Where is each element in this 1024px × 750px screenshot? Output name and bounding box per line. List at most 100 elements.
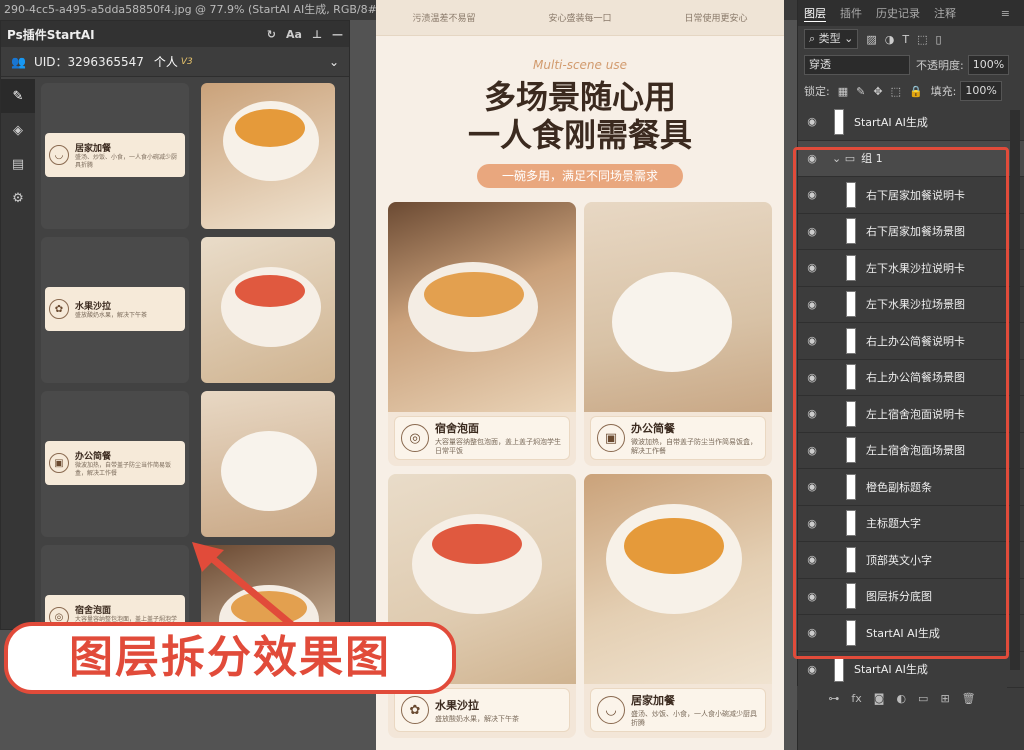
doc-top-strip: 污渍温差不易留 安心盛装每一口 日常使用更安心 — [376, 0, 784, 36]
list-item[interactable]: ▣ 办公简餐 微波加热，自带盖子防尘当作简易饭盒，解决工作餐 — [41, 391, 341, 541]
layer-row[interactable]: ◉ 图层拆分底图 — [798, 579, 1024, 615]
layer-photo[interactable] — [201, 391, 335, 537]
document-icon[interactable]: ▤ — [1, 147, 35, 181]
eye-icon[interactable]: ◉ — [798, 590, 826, 603]
scene-card-dorm: ◎ 宿舍泡面 大容量容纳整包泡面，盖上盖子焖泡学生日常平饭 — [394, 416, 570, 460]
brush-icon[interactable]: ✎ — [1, 79, 35, 113]
eye-icon[interactable]: ◉ — [798, 444, 826, 457]
layer-row[interactable]: ◉ 右上办公简餐说明卡 — [798, 323, 1024, 360]
eye-icon[interactable]: ◉ — [798, 407, 826, 420]
blend-mode-select[interactable]: 穿透 — [804, 55, 910, 75]
layer-thumbnail — [834, 108, 844, 135]
layer-row[interactable]: ◉ StartAI AI生成 — [798, 615, 1024, 652]
layer-name: StartAI AI生成 — [866, 626, 940, 640]
lock-label: 锁定: — [804, 85, 830, 98]
layer-thumbnail — [834, 656, 844, 683]
type-filter-icon[interactable]: T — [902, 33, 909, 46]
card-desc: 大容量容纳整包泡面，盖上盖子焖泡学生日常平饭 — [435, 438, 561, 455]
list-item[interactable]: ✿ 水果沙拉 盛放酸奶水果，解决下午茶 — [41, 237, 341, 387]
layer-card[interactable]: ✿ 水果沙拉 盛放酸奶水果，解决下午茶 — [41, 237, 189, 383]
panel-menu-icon[interactable]: ≡ — [1001, 7, 1010, 20]
layer-row[interactable]: ◉ 左下水果沙拉场景图 — [798, 287, 1024, 323]
text-icon[interactable]: Aa — [286, 28, 302, 41]
layer-row[interactable]: ◉ 左上宿舍泡面场景图 — [798, 433, 1024, 469]
tab-history[interactable]: 历史记录 — [876, 5, 920, 21]
lock-all-icon[interactable]: 🔒 — [909, 85, 923, 98]
eye-icon[interactable]: ◉ — [798, 334, 826, 347]
layer-row[interactable]: ◉ 顶部英文小字 — [798, 542, 1024, 579]
shape-filter-icon[interactable]: ⬚ — [917, 33, 927, 46]
layer-row[interactable]: ◉ 右下居家加餐场景图 — [798, 214, 1024, 250]
eye-icon[interactable]: ◉ — [798, 663, 826, 676]
layer-row[interactable]: ◉ 橙色副标题条 — [798, 469, 1024, 506]
trash-icon[interactable]: 🗑 — [962, 692, 976, 705]
eye-icon[interactable]: ◉ — [798, 152, 826, 165]
layers-icon[interactable]: ◈ — [1, 113, 35, 147]
eye-icon[interactable]: ◉ — [798, 261, 826, 274]
layer-thumbnail — [846, 473, 856, 500]
tab-notes[interactable]: 注释 — [934, 5, 956, 21]
layer-thumbnail — [846, 583, 856, 610]
lock-move-icon[interactable]: ✥ — [873, 85, 882, 98]
tab-plugins[interactable]: 插件 — [840, 5, 862, 21]
fx-icon[interactable]: fx — [851, 692, 861, 705]
layers-scrollbar[interactable] — [1010, 110, 1020, 670]
eye-icon[interactable]: ◉ — [798, 298, 826, 311]
layer-row[interactable]: ◉ ⌄ ▭ 组 1 — [798, 140, 1024, 177]
bowl-shape — [221, 431, 317, 511]
layer-row[interactable]: ◉ 右上办公简餐场景图 — [798, 360, 1024, 396]
layer-thumbnail — [846, 181, 856, 208]
smart-filter-icon[interactable]: ▯ — [936, 33, 942, 46]
gear-icon[interactable]: ⚙ — [1, 181, 35, 215]
eye-icon[interactable]: ◉ — [798, 188, 826, 201]
layer-photo[interactable] — [201, 83, 335, 229]
plugin-title: Ps插件StartAI — [7, 27, 95, 42]
tab-layers[interactable]: 图层 — [804, 5, 826, 22]
search-icon: ⌕ — [809, 32, 819, 45]
lock-artboard-icon[interactable]: ⬚ — [891, 85, 901, 98]
eye-icon[interactable]: ◉ — [798, 225, 826, 238]
close-icon[interactable]: — — [332, 28, 343, 41]
eye-icon[interactable]: ◉ — [798, 371, 826, 384]
doc-orange-subtitle-bar: 一碗多用，满足不同场景需求 — [477, 164, 683, 188]
eye-icon[interactable]: ◉ — [798, 480, 826, 493]
doc-english-subtitle: Multi-scene use — [533, 58, 627, 72]
layer-row[interactable]: ◉ 左下水果沙拉说明卡 — [798, 250, 1024, 287]
layer-row[interactable]: ◉ StartAI AI生成 — [798, 104, 1024, 141]
mask-icon[interactable]: ◙ — [874, 692, 885, 705]
layer-thumbnail — [846, 437, 856, 464]
layer-row[interactable]: ◉ StartAI AI生成 — [798, 652, 1024, 688]
layer-row[interactable]: ◉ 左上宿舍泡面说明卡 — [798, 396, 1024, 433]
kind-filter-select[interactable]: ⌕ 类型 ⌄ — [804, 29, 859, 49]
new-group-icon[interactable]: ▭ — [918, 692, 928, 705]
new-layer-icon[interactable]: ⊞ — [940, 692, 949, 705]
lock-pixels-icon[interactable]: ▦ — [838, 85, 848, 98]
eye-icon[interactable]: ◉ — [798, 517, 826, 530]
layer-row[interactable]: ◉ 主标题大字 — [798, 506, 1024, 542]
lock-paint-icon[interactable]: ✎ — [856, 85, 865, 98]
eye-icon[interactable]: ◉ — [798, 626, 826, 639]
opacity-field[interactable]: 100% — [967, 55, 1010, 75]
adjustment-icon[interactable]: ◐ — [896, 692, 906, 705]
adjust-filter-icon[interactable]: ◑ — [885, 33, 895, 46]
eye-icon[interactable]: ◉ — [798, 115, 826, 128]
noodle-icon: ◎ — [401, 424, 429, 452]
soup-shape — [235, 109, 305, 147]
briefcase-icon: ▣ — [49, 453, 69, 473]
layer-card[interactable]: ▣ 办公简餐 微波加热，自带盖子防尘当作简易饭盒，解决工作餐 — [41, 391, 189, 537]
list-item[interactable]: ◡ 居家加餐 盛汤、炒饭、小食，一人食小碗减少厨具折腾 — [41, 83, 341, 233]
pin-icon[interactable]: ⊥ — [312, 28, 322, 41]
layer-card[interactable]: ◡ 居家加餐 盛汤、炒饭、小食，一人食小碗减少厨具折腾 — [41, 83, 189, 229]
mini-card-desc: 盛汤、炒饭、小食，一人食小碗减少厨具折腾 — [75, 153, 178, 169]
uid-row: 👥 UID：3296365547 个人 V3 ⌄ — [1, 47, 349, 77]
link-icon[interactable]: ⊶ — [828, 692, 839, 705]
refresh-icon[interactable]: ↻ — [267, 28, 276, 41]
layer-thumbnail — [846, 400, 856, 427]
chevron-down-icon[interactable]: ⌄ — [329, 55, 339, 69]
eye-icon[interactable]: ◉ — [798, 553, 826, 566]
layer-photo[interactable] — [201, 237, 335, 383]
fill-field[interactable]: 100% — [960, 81, 1002, 101]
layer-thumbnail — [846, 327, 856, 354]
image-filter-icon[interactable]: ▨ — [866, 33, 876, 46]
layer-row[interactable]: ◉ 右下居家加餐说明卡 — [798, 177, 1024, 214]
